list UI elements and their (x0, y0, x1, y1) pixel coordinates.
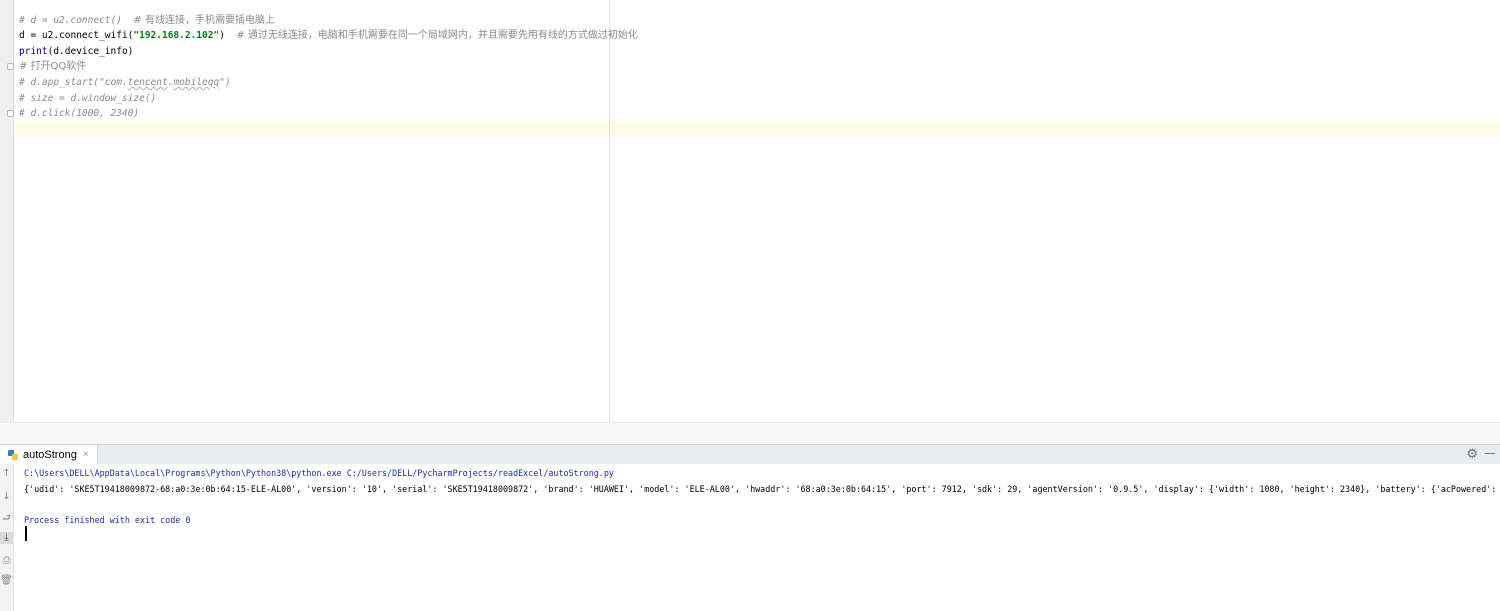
code-editor[interactable]: # d = u2.connect() # 有线连接，手机需要插电脑上 d = u… (0, 0, 1500, 445)
run-toolbar: ↑ ↓ ⮐ ⤓ ⎙ 🗑 (0, 464, 14, 611)
minimize-icon[interactable]: — (1484, 446, 1496, 460)
print-icon[interactable]: ⎙ (0, 555, 13, 567)
text-caret (25, 526, 27, 541)
console-output-line: {'udid': 'SKE5T19418009872-68:a0:3e:0b:6… (24, 484, 1500, 494)
code-line-5[interactable]: # d.app_start("com.tencent.mobileqq") (19, 75, 231, 90)
code-line-4[interactable]: # 打开QQ软件 (19, 59, 86, 74)
code-line-7[interactable]: # d.click(1000, 2340) (19, 106, 139, 121)
console-command-line: C:\Users\DELL\AppData\Local\Programs\Pyt… (24, 468, 614, 478)
fold-marker-icon[interactable] (7, 110, 14, 117)
run-console[interactable]: C:\Users\DELL\AppData\Local\Programs\Pyt… (14, 464, 1500, 611)
run-tab-label: autoStrong (23, 448, 77, 461)
code-line-6[interactable]: # size = d.window_size() (19, 91, 156, 106)
right-margin-guide (609, 0, 610, 422)
close-icon[interactable]: × (83, 449, 89, 460)
editor-gutter (0, 0, 14, 422)
code-line-3[interactable]: print(d.device_info) (19, 44, 133, 59)
editor-horizontal-scrollbar[interactable] (0, 422, 1500, 445)
current-line-highlight (14, 121, 1500, 136)
scroll-to-end-icon[interactable]: ⤓ (0, 532, 13, 544)
fold-marker-icon[interactable] (7, 63, 14, 70)
run-tab-autostrong[interactable]: autoStrong × (0, 445, 98, 464)
code-line-2[interactable]: d = u2.connect_wifi("192.168.2.102") # 通… (19, 28, 638, 43)
python-file-icon (8, 449, 18, 460)
code-line-1[interactable]: # d = u2.connect() # 有线连接，手机需要插电脑上 (19, 13, 275, 28)
soft-wrap-icon[interactable]: ⮐ (0, 513, 13, 525)
run-panel-header: autoStrong × ⚙ — (0, 444, 1500, 465)
trash-icon[interactable]: 🗑 (0, 575, 13, 587)
console-process-finished: Process finished with exit code 0 (24, 515, 191, 525)
scroll-down-icon[interactable]: ↓ (0, 491, 13, 503)
scroll-up-icon[interactable]: ↑ (0, 468, 13, 480)
gear-icon[interactable]: ⚙ (1466, 447, 1478, 462)
